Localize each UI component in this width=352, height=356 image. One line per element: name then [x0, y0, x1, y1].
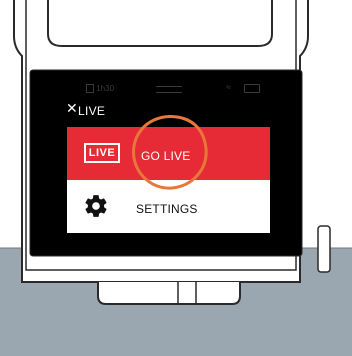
- menu-title: LIVE: [78, 104, 106, 118]
- highlight-annotation: [132, 114, 208, 190]
- live-badge-icon: LIVE: [84, 143, 120, 163]
- gear-icon: [85, 195, 107, 217]
- handle-indicator: [156, 86, 182, 93]
- status-bar: 1h30: [86, 84, 115, 94]
- menu-item-label: SETTINGS: [136, 202, 198, 216]
- close-icon[interactable]: ✕: [66, 101, 78, 115]
- wifi-icon: ≈: [226, 82, 231, 92]
- duration-label: 1h30: [96, 84, 115, 93]
- battery-icon: [244, 84, 260, 93]
- card-icon: [86, 84, 94, 94]
